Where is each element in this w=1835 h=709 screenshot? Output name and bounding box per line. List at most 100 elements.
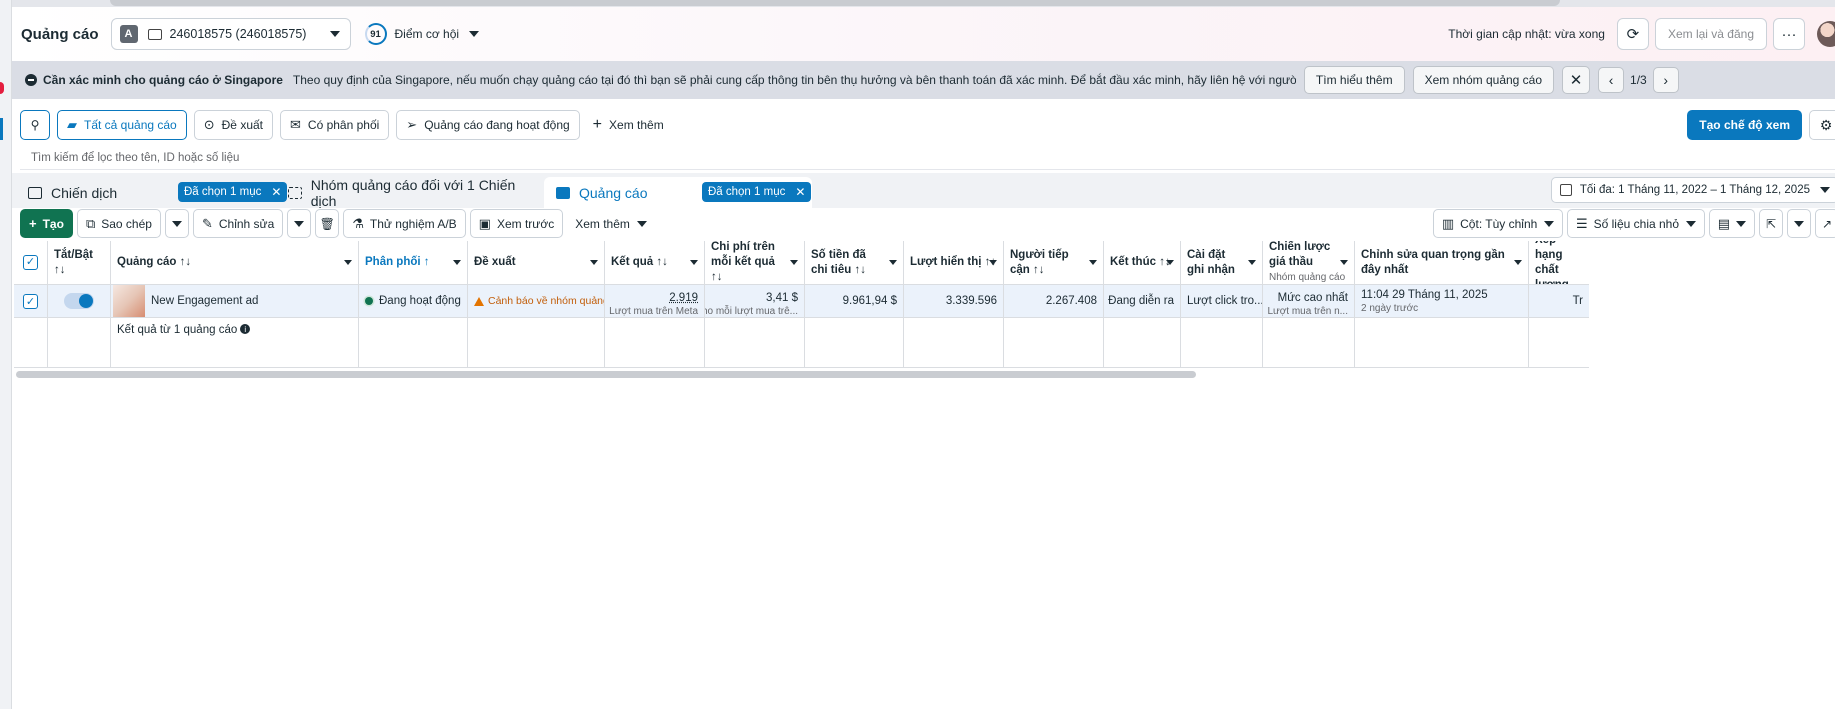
- refresh-button[interactable]: ⟳: [1617, 18, 1649, 50]
- close-icon[interactable]: ✕: [1562, 66, 1590, 94]
- warning-text: Cảnh báo về nhóm quảng cáo: [488, 295, 605, 307]
- create-view-button[interactable]: Tạo chế độ xem: [1687, 110, 1802, 140]
- edit-dropdown[interactable]: [287, 209, 311, 238]
- edit-button[interactable]: ✎ Chỉnh sửa: [193, 209, 283, 238]
- chevron-down-icon[interactable]: [344, 260, 352, 265]
- close-icon[interactable]: ✕: [795, 185, 805, 199]
- review-publish-button[interactable]: Xem lại và đăng: [1655, 18, 1767, 50]
- breakdown-label: Số liệu chia nhỏ: [1594, 217, 1679, 231]
- chevron-down-icon[interactable]: [989, 260, 997, 265]
- col-ends[interactable]: Kết thúc ↑↓: [1104, 241, 1181, 285]
- chevron-down-icon[interactable]: [690, 260, 698, 265]
- search-input[interactable]: Tìm kiếm để lọc theo tên, ID hoặc số liệ…: [20, 146, 1835, 170]
- row-checkbox[interactable]: ✓: [23, 294, 38, 309]
- chevron-down-icon[interactable]: [1089, 260, 1097, 265]
- horizontal-scrollbar[interactable]: [16, 371, 1196, 378]
- info-icon[interactable]: i: [240, 324, 250, 334]
- account-selector[interactable]: A 246018575 (246018575): [111, 18, 351, 50]
- chevron-down-icon[interactable]: [1166, 260, 1174, 265]
- filter-suggestions[interactable]: ⊙ Đề xuất: [194, 110, 273, 140]
- ad-toggle[interactable]: [64, 293, 94, 309]
- chevron-down-icon[interactable]: [453, 260, 461, 265]
- campaign-selection-chip[interactable]: Đã chọn 1 mục ✕: [178, 182, 287, 202]
- col-impressions[interactable]: Lượt hiển thị ↑↓: [904, 241, 1004, 285]
- ad-selection-chip[interactable]: Đã chọn 1 mục ✕: [702, 182, 811, 202]
- more-options-button[interactable]: ···: [1773, 18, 1805, 50]
- table-row[interactable]: ✓ New Engagement ad Đang hoạt động Cảnh …: [14, 285, 1589, 318]
- view-adsets-button[interactable]: Xem nhóm quảng cáo: [1413, 66, 1554, 94]
- breakdown-icon: ☰: [1576, 216, 1588, 232]
- duplicate-dropdown[interactable]: [165, 209, 189, 238]
- select-all-checkbox[interactable]: ✓: [23, 255, 38, 270]
- col-results-label: Kết quả ↑↓: [611, 255, 668, 270]
- tab-adsets[interactable]: Nhóm quảng cáo đối với 1 Chiến dịch: [278, 177, 540, 208]
- search-button[interactable]: ⚲: [20, 110, 50, 140]
- preview-button[interactable]: ▣ Xem trước: [470, 209, 564, 238]
- warning-link[interactable]: Cảnh báo về nhóm quảng cáo: [474, 295, 605, 307]
- toggle-cell[interactable]: [48, 285, 111, 318]
- filter-has-delivery[interactable]: ✉ Có phân phối: [280, 110, 389, 140]
- plus-icon: +: [29, 216, 37, 231]
- chevron-down-icon[interactable]: [790, 260, 798, 265]
- filter-active-ads[interactable]: ➢ Quảng cáo đang hoạt động: [396, 110, 579, 140]
- image-icon: ▣: [479, 216, 491, 232]
- col-last-edit[interactable]: Chỉnh sửa quan trọng gần đây nhất: [1355, 241, 1529, 285]
- avatar[interactable]: [1817, 21, 1835, 47]
- columns-button[interactable]: ▥ Cột: Tùy chỉnh: [1433, 209, 1563, 238]
- summary-empty: [605, 318, 705, 368]
- export-icon: ⇱: [1766, 217, 1776, 231]
- ad-name-cell[interactable]: New Engagement ad: [111, 285, 359, 318]
- report-icon: ▤: [1718, 216, 1730, 232]
- select-all-cell[interactable]: ✓: [14, 241, 48, 285]
- duplicate-button[interactable]: ⧉ Sao chép: [77, 209, 161, 238]
- prev-icon[interactable]: ‹: [1598, 67, 1624, 93]
- ad-name[interactable]: New Engagement ad: [151, 295, 258, 307]
- impressions-value: 3.339.596: [946, 295, 997, 307]
- create-button[interactable]: + Tạo: [20, 209, 73, 238]
- chevron-down-icon[interactable]: [1514, 260, 1522, 265]
- more-actions-button[interactable]: Xem thêm: [567, 209, 654, 238]
- col-cost-per-result[interactable]: Chi phí trên mỗi kết quả ↑↓: [705, 241, 805, 285]
- ab-test-button[interactable]: ⚗ Thử nghiệm A/B: [343, 209, 465, 238]
- chevron-down-icon[interactable]: [590, 260, 598, 265]
- summary-empty: [1181, 318, 1263, 368]
- col-ad[interactable]: Quảng cáo ↑↓: [111, 241, 359, 285]
- filter-all-ads[interactable]: ▰ Tất cả quảng cáo: [57, 110, 187, 140]
- col-reach[interactable]: Người tiếp cận ↑↓: [1004, 241, 1104, 285]
- see-more-filters[interactable]: + Xem thêm: [593, 116, 664, 134]
- view-settings-button[interactable]: ⚙: [1809, 110, 1835, 140]
- export-dropdown[interactable]: [1787, 209, 1811, 238]
- next-icon[interactable]: ›: [1653, 67, 1679, 93]
- col-toggle[interactable]: Tắt/Bật ↑↓: [48, 241, 111, 285]
- row-select-cell[interactable]: ✓: [14, 285, 48, 318]
- summary-row: Kết quả từ 1 quảng cáo i: [14, 318, 1589, 368]
- col-amount-spent[interactable]: Số tiền đã chi tiêu ↑↓: [805, 241, 904, 285]
- charts-button[interactable]: ↗: [1815, 209, 1835, 238]
- summary-empty: [1104, 318, 1181, 368]
- learn-more-button[interactable]: Tìm hiểu thêm: [1304, 66, 1405, 94]
- columns-icon: ▥: [1442, 216, 1454, 232]
- col-attribution[interactable]: Cài đặt ghi nhận: [1181, 241, 1263, 285]
- chevron-down-icon[interactable]: [1248, 260, 1256, 265]
- trash-icon: 🗑: [320, 217, 335, 231]
- col-bid-strategy[interactable]: Chiến lược giá thầu Nhóm quảng cáo: [1263, 241, 1355, 285]
- col-quality[interactable]: Xếp hạng chất lượng: [1529, 241, 1589, 285]
- tab-ads-label: Quảng cáo: [579, 185, 648, 201]
- col-quality-label: Xếp hạng chất lượng: [1535, 241, 1583, 285]
- delete-button[interactable]: 🗑: [315, 209, 339, 238]
- col-recommendations[interactable]: Đề xuất: [468, 241, 605, 285]
- col-results[interactable]: Kết quả ↑↓: [605, 241, 705, 285]
- attribution-value: Lượt click tro...: [1187, 295, 1263, 307]
- breakdown-button[interactable]: ☰ Số liệu chia nhỏ: [1567, 209, 1705, 238]
- col-delivery[interactable]: Phân phối ↑: [359, 241, 468, 285]
- reports-button[interactable]: ▤: [1709, 209, 1755, 238]
- date-range-picker[interactable]: Tối đa: 1 Tháng 11, 2022 – 1 Tháng 12, 2…: [1551, 177, 1835, 203]
- chevron-down-icon[interactable]: [1340, 260, 1348, 265]
- chevron-down-icon[interactable]: [889, 260, 897, 265]
- export-button[interactable]: ⇱: [1759, 209, 1783, 238]
- recommendation-cell[interactable]: Cảnh báo về nhóm quảng cáo: [468, 285, 605, 318]
- warning-icon: [474, 297, 484, 306]
- opportunity-score[interactable]: 91 Điểm cơ hội: [365, 23, 480, 45]
- ad-icon: [556, 187, 570, 199]
- preview-label: Xem trước: [497, 217, 554, 231]
